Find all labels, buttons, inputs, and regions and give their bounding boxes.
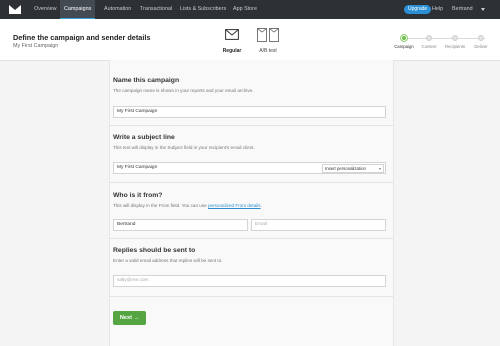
nav-overview[interactable]: Overview [30, 0, 60, 19]
step-label-content: Content [421, 44, 437, 49]
subject-section-title: Write a subject line [113, 134, 175, 141]
page-title: Define the campaign and sender details [13, 33, 151, 42]
campaign-name-subtitle: My First Campaign [13, 43, 59, 49]
from-desc-text: This will display in the From field. You… [113, 203, 207, 208]
chevron-down-icon[interactable] [481, 8, 485, 11]
nav-transactional[interactable]: Transactional [136, 0, 176, 19]
personalized-from-details-link[interactable]: personalized From details [208, 203, 261, 208]
campaign-type-ab-test[interactable]: A/B test [254, 19, 282, 60]
step-dot-content [426, 35, 432, 41]
step-label-recipients: Recipients [444, 44, 466, 49]
nav-automation[interactable]: Automation [100, 0, 135, 19]
from-section-title: Who is it from? [113, 192, 163, 199]
replies-section-title: Replies should be sent to [113, 247, 196, 254]
nav-lists-subscribers[interactable]: Lists & Subscribers [176, 0, 230, 19]
step-dot-recipients [452, 35, 458, 41]
subject-section-desc: This text will display in the Subject fi… [113, 145, 255, 150]
from-name-input[interactable]: Bertrand [113, 219, 248, 231]
insert-personalization-select[interactable]: Insert personalization [322, 164, 384, 173]
envelope-icon [225, 29, 239, 40]
progress-steps-track [405, 38, 485, 39]
step-label-deliver: Deliver [474, 44, 488, 49]
step-dot-deliver [478, 35, 484, 41]
campaign-type-regular-label: Regular [222, 48, 242, 54]
campaign-name-input[interactable]: My First Campaign [113, 106, 386, 118]
from-desc-end: . [260, 203, 262, 208]
help-link[interactable]: Help [432, 0, 443, 19]
name-section-title: Name this campaign [113, 77, 180, 84]
reply-to-email-input[interactable]: sally@me.com [113, 275, 386, 287]
user-menu[interactable]: Bertrand [452, 0, 473, 19]
next-button[interactable]: Next → [113, 311, 146, 325]
chevron-down-icon [379, 168, 381, 170]
campaign-type-regular[interactable]: Regular [218, 19, 246, 62]
campaign-type-ab-label: A/B test [259, 48, 277, 54]
page-header: Define the campaign and sender details M… [0, 19, 500, 62]
from-email-input[interactable]: Email [251, 219, 386, 231]
upgrade-button[interactable]: Upgrade [404, 5, 432, 14]
section-divider [109, 182, 394, 183]
nav-campaigns[interactable]: Campaigns [60, 0, 96, 19]
ab-test-icon [257, 28, 279, 42]
step-label-campaign: Campaign [394, 44, 414, 49]
name-section-desc: The campaign name is shown in your repor… [113, 88, 254, 93]
section-divider [109, 296, 394, 297]
section-divider [109, 125, 394, 126]
section-divider [109, 238, 394, 239]
top-nav-bar: Overview Campaigns Automation Transactio… [0, 0, 500, 19]
campaign-monitor-logo-icon[interactable] [9, 5, 21, 14]
step-dot-campaign [401, 35, 407, 41]
from-section-desc: This will display in the From field. You… [113, 203, 262, 208]
nav-app-store[interactable]: App Store [229, 0, 261, 19]
insert-personalization-label: Insert personalization [325, 166, 366, 171]
replies-section-desc: Enter a valid email address that replies… [113, 258, 223, 263]
